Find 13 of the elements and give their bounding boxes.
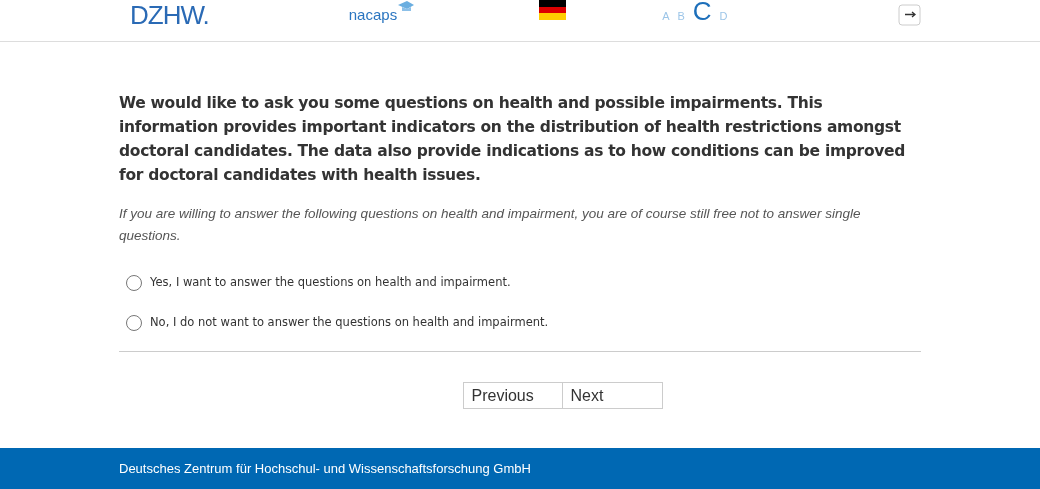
previous-button[interactable]: Previous (462, 382, 563, 409)
logo: DZHW. (130, 0, 209, 30)
german-flag-icon[interactable] (539, 0, 567, 20)
option-label[interactable]: Yes, I want to answer the questions on health and impairment. (150, 274, 511, 292)
logout-icon[interactable] (898, 4, 921, 26)
footer-text: Deutsches Zentrum für Hochschul- und Wissenschaftsforschung GmbH (119, 459, 531, 478)
next-button[interactable]: Next (562, 382, 663, 409)
note-paragraph: If you are willing to answer the following questions on health and impairment, you are of course still free not to answer single questions. (119, 205, 862, 245)
option-label[interactable]: No, I do not want to answer the questions on health and impairment. (150, 314, 549, 332)
brand-name: nacaps (348, 5, 398, 25)
font-size-option[interactable]: C (692, 0, 712, 24)
intro-paragraph: We would like to ask you some questions on health and possible impairments. This information provides important indicators on the distribution of health restrictions amongst doctoral candidates. The data also provide indications as to how conditions can be improved for doctoral candidates with health issues. (119, 93, 907, 186)
graduation-cap-icon (397, 0, 416, 14)
